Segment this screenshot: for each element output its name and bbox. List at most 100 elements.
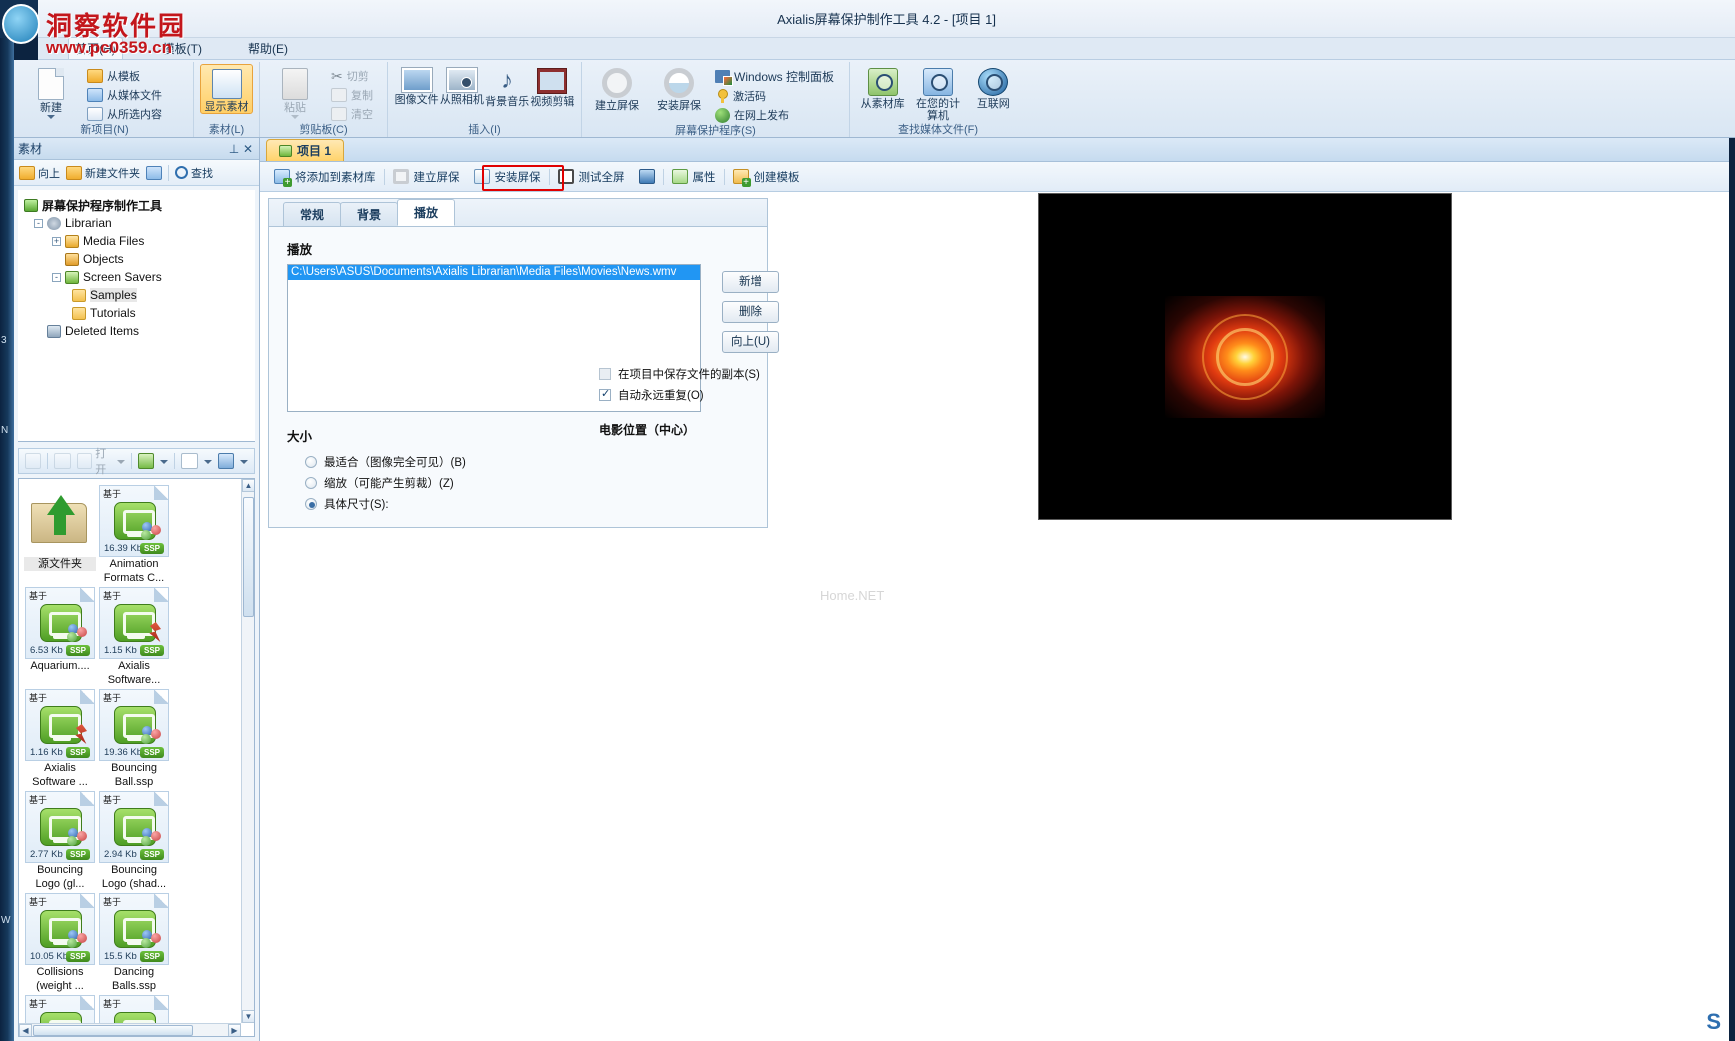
radio-specific-size[interactable]: 具体尺寸(S): [287, 493, 749, 514]
list-item[interactable]: 基于 19.36 Kb SSP Bouncing Ball.ssp [97, 689, 171, 789]
scroll-right-arrow[interactable]: ▶ [228, 1024, 241, 1036]
tab-general[interactable]: 常规 [283, 202, 342, 226]
radio-zoom[interactable]: 缩放（可能产生剪裁）(Z) [287, 472, 749, 493]
chevron-down-icon[interactable] [203, 459, 212, 464]
activation-code-button[interactable]: 激活码 [712, 87, 837, 105]
vertical-scrollbar[interactable]: ▲ ▼ [241, 479, 254, 1023]
tab-playback[interactable]: 播放 [397, 199, 456, 226]
build-screensaver-button[interactable]: 建立屏保 [387, 166, 466, 188]
tab-background[interactable]: 背景 [340, 202, 399, 226]
file-thumbnail: 基于 16.39 Kb SSP [99, 485, 169, 557]
delete-file-button[interactable]: 删除 [722, 301, 779, 323]
find-internet-button[interactable]: 互联网 [967, 64, 1020, 110]
cut-button[interactable]: ✂ 切剪 [328, 67, 376, 85]
search-button[interactable]: 查找 [175, 165, 213, 181]
pin-icon[interactable]: ⊥ [227, 142, 241, 156]
view-details-icon[interactable] [181, 453, 198, 469]
scroll-left-arrow[interactable]: ◀ [19, 1024, 32, 1036]
checkbox-auto-repeat[interactable]: 自动永远重复(O) [599, 384, 799, 405]
tree-item-tutorials[interactable]: Tutorials [22, 304, 251, 322]
insert-image-file-button[interactable]: 图像文件 [394, 64, 439, 106]
radio-icon[interactable] [305, 497, 317, 510]
horizontal-scrollbar[interactable]: ◀ ▶ [19, 1023, 241, 1036]
radio-icon[interactable] [305, 476, 317, 489]
insert-background-music-button[interactable]: ♪ 背景音乐 [485, 64, 530, 109]
radio-best-fit[interactable]: 最适合（图像完全可见）(B) [287, 451, 749, 472]
list-item[interactable]: 源文件夹 [23, 485, 97, 585]
checkbox-icon[interactable] [599, 387, 611, 401]
properties-button[interactable]: 属性 [666, 166, 722, 188]
scroll-up-arrow[interactable]: ▲ [242, 479, 254, 492]
publish-online-button[interactable]: 在网上发布 [712, 106, 837, 124]
insert-from-camera-button[interactable]: 从照相机 [439, 64, 484, 106]
add-file-button[interactable]: 新增 [722, 271, 779, 293]
build-screensaver-button[interactable]: 建立屏保 [588, 64, 646, 112]
find-from-library-button[interactable]: 从素材库 [856, 64, 909, 110]
library-tree[interactable]: 屏幕保护程序制作工具 - Librarian + Media Files Obj… [18, 190, 255, 442]
application-window: Axialis屏幕保护制作工具 4.2 - [项目 1] RSS ▾ 首页(H)… [0, 0, 1735, 1041]
show-library-button[interactable]: 显示素材 [200, 64, 253, 114]
move-up-button[interactable]: 向上(U) [722, 331, 779, 353]
edge-text-3: W [1, 915, 11, 926]
new-folder-button[interactable]: 新建文件夹 [66, 165, 140, 181]
list-item[interactable]: 基于 15.5 Kb SSP Dancing Balls.ssp [97, 893, 171, 993]
preview-canvas[interactable] [1038, 193, 1452, 520]
scroll-down-arrow[interactable]: ▼ [242, 1010, 254, 1023]
new-button[interactable]: 新建 [22, 64, 80, 119]
create-template-button[interactable]: 创建模板 [727, 166, 806, 188]
paste-small-icon[interactable] [25, 453, 42, 469]
copy-to-icon[interactable] [54, 453, 71, 469]
add-to-library-button[interactable]: 将添加到素材库 [268, 166, 382, 188]
list-item[interactable]: 基于 1.16 Kb SSP Axialis Software ... [23, 689, 97, 789]
tree-item-samples[interactable]: Samples [22, 286, 251, 304]
checkbox-icon[interactable] [599, 367, 611, 380]
checkbox-save-copy[interactable]: 在项目中保存文件的副本(S) [599, 363, 799, 384]
list-item[interactable]: 基于 2.77 Kb SSP Bouncing Logo (gl... [23, 791, 97, 891]
chevron-down-icon[interactable] [160, 459, 169, 464]
close-icon[interactable]: ✕ [241, 142, 255, 156]
clear-button[interactable]: 清空 [328, 105, 376, 123]
open-button[interactable]: 打开 [76, 445, 126, 477]
tree-item-media-files[interactable]: + Media Files [22, 232, 251, 250]
from-template-button[interactable]: 从模板 [84, 67, 165, 85]
scroll-thumb[interactable] [243, 497, 254, 617]
tree-item-root[interactable]: 屏幕保护程序制作工具 [22, 196, 251, 214]
list-item[interactable]: 基于 1.15 Kb SSP Axialis Software... [97, 587, 171, 687]
tree-expander[interactable]: - [52, 272, 61, 282]
install-screensaver-button[interactable]: 安装屏保 [650, 64, 708, 112]
copy-button[interactable]: 复制 [328, 86, 376, 104]
list-item[interactable]: 基于 2.94 Kb SSP Bouncing Logo (shad... [97, 791, 171, 891]
size-options-group: 大小 最适合（图像完全可见）(B) 缩放（可能产生剪裁）(Z) 具体尺寸(S): [287, 426, 749, 514]
insert-video-clip-button[interactable]: 视频剪辑 [530, 64, 575, 108]
tree-item-librarian[interactable]: - Librarian [22, 214, 251, 232]
from-selection-button[interactable]: 从所选内容 [84, 105, 165, 123]
test-window-button[interactable] [633, 166, 661, 187]
file-badge: SSP [65, 951, 90, 962]
chevron-down-icon[interactable] [117, 459, 126, 464]
list-item[interactable]: 基于 16.39 Kb SSP Animation Formats C... [97, 485, 171, 585]
from-media-file-button[interactable]: 从媒体文件 [84, 86, 165, 104]
folder-options-button[interactable] [146, 165, 162, 180]
list-item[interactable]: 基于 10.05 Kb SSP Collisions (weight ... [23, 893, 97, 993]
ribbon-tab-help[interactable]: 帮助(E) [242, 38, 294, 59]
windows-control-panel-button[interactable]: Windows 控制面板 [712, 67, 837, 86]
tree-item-screen-savers[interactable]: - Screen Savers [22, 268, 251, 286]
chevron-down-icon[interactable] [239, 459, 248, 464]
list-item[interactable]: 基于 6.53 Kb SSP Aquarium.... [23, 587, 97, 687]
test-fullscreen-button[interactable]: 测试全屏 [552, 166, 631, 188]
tree-item-objects[interactable]: Objects [22, 250, 251, 268]
preview-monitor-icon[interactable] [217, 453, 234, 469]
sort-icon[interactable] [137, 453, 155, 469]
find-on-computer-button[interactable]: 在您的计算机 [911, 64, 964, 122]
paste-button[interactable]: 粘贴 [266, 64, 324, 119]
file-grid-panel[interactable]: 源文件夹 基于 16.39 Kb SSP Animation Formats C… [18, 478, 255, 1037]
scroll-thumb[interactable] [33, 1025, 193, 1036]
list-item[interactable]: C:\Users\ASUS\Documents\Axialis Libraria… [288, 265, 700, 280]
radio-icon[interactable] [305, 455, 317, 468]
folder-up-button[interactable]: 向上 [19, 165, 60, 181]
install-screensaver-button[interactable]: 安装屏保 [468, 166, 547, 188]
tab-project-1[interactable]: 项目 1 [266, 139, 345, 161]
tree-expander[interactable]: + [52, 236, 61, 246]
tree-item-deleted-items[interactable]: Deleted Items [22, 322, 251, 340]
tree-expander[interactable]: - [34, 218, 43, 228]
